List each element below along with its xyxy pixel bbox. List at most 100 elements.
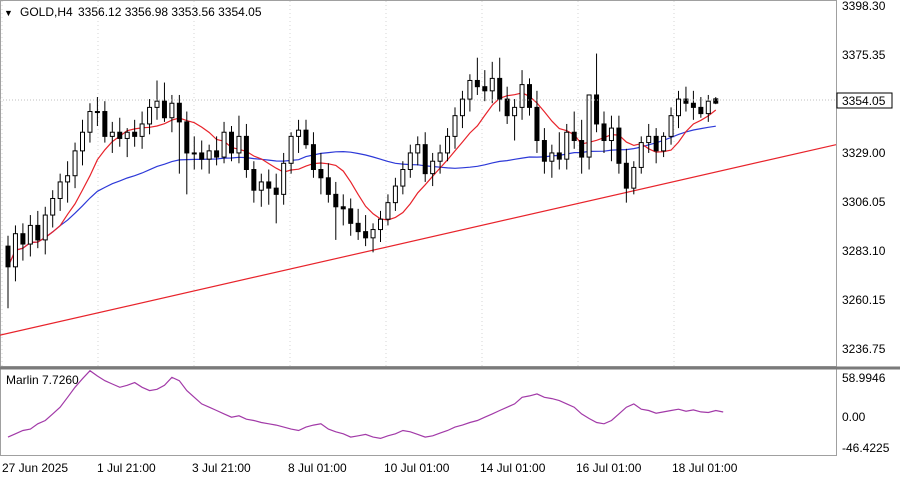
candle-body [191, 152, 197, 155]
time-label: 14 Jul 01:00 [480, 461, 546, 475]
current-price-tag: 3354.05 [842, 94, 886, 108]
candle-body [541, 140, 547, 162]
candle-body [512, 106, 518, 117]
time-label: 27 Jun 2025 [2, 461, 68, 475]
candle-body [273, 187, 279, 195]
candle-body [251, 169, 257, 191]
osc-axis-label: 58.9946 [842, 371, 886, 385]
candle-body [154, 100, 160, 108]
price-label: 3260.15 [842, 293, 886, 307]
candle-body [318, 169, 324, 179]
candle-body [229, 131, 234, 154]
candle-body [676, 98, 681, 117]
time-label: 18 Jul 01:00 [672, 461, 738, 475]
candle-body [370, 229, 376, 239]
candle-body [139, 123, 145, 137]
time-axis[interactable]: 27 Jun 2025 1 Jul 21:00 3 Jul 21:00 8 Ju… [2, 461, 738, 475]
candle-body [20, 233, 26, 245]
candle-body [57, 181, 63, 199]
candle-body [169, 102, 175, 119]
candle-body [534, 106, 540, 142]
candle-body [482, 86, 488, 92]
candle-body [199, 152, 205, 160]
indicator-label: Marlin 7.7260 [6, 373, 79, 387]
candle-body [489, 77, 495, 92]
symbol-timeframe: GOLD,H4 [20, 5, 73, 19]
candle-body [668, 115, 674, 137]
candle-body [87, 111, 93, 133]
candle-body [437, 152, 443, 162]
candle-body [430, 160, 436, 175]
time-label: 8 Jul 01:00 [288, 461, 347, 475]
candle-body [117, 131, 123, 139]
candle-body [608, 127, 614, 142]
candle-body [623, 162, 629, 189]
candle-body [35, 224, 41, 241]
time-label: 10 Jul 01:00 [384, 461, 450, 475]
ohlc-readout: 3356.12 3356.98 3353.56 3354.05 [78, 5, 262, 19]
candle-body [407, 152, 413, 171]
candle-body [631, 166, 637, 189]
price-label: 3283.10 [842, 244, 886, 258]
candle-body [452, 115, 458, 137]
candle-body [333, 193, 339, 208]
candle-body [340, 206, 346, 210]
candle-body [571, 131, 577, 142]
candle-body [616, 127, 622, 164]
candle-body [348, 208, 354, 224]
candle-body [504, 98, 510, 117]
candle-body [579, 140, 585, 158]
candle-body [497, 77, 503, 100]
osc-axis-label: 0.00 [842, 410, 866, 424]
candle-body [5, 245, 11, 268]
candle-body [601, 123, 607, 142]
candle-body [459, 98, 465, 117]
candle-body [392, 185, 398, 204]
price-axis[interactable]: 3398.30 3375.35 3352.40 3329.00 3306.05 … [842, 0, 886, 356]
candle-body [161, 100, 167, 119]
candle-body [236, 135, 242, 154]
candle-body [325, 177, 331, 195]
candle-body [94, 111, 100, 114]
candle-body [132, 131, 138, 137]
price-label: 3329.00 [842, 146, 886, 160]
candle-body [519, 84, 525, 108]
candle-body [124, 131, 130, 139]
price-label: 3236.75 [842, 342, 886, 356]
candle-body [385, 202, 391, 220]
candle-body [474, 79, 480, 88]
price-label: 3375.35 [842, 48, 886, 62]
candle-body [42, 214, 48, 241]
candle-body [586, 94, 592, 158]
candle-body [221, 131, 227, 158]
candle-body [303, 129, 309, 146]
candle-body [467, 79, 473, 100]
candle-body [102, 111, 108, 137]
candle-body [184, 121, 190, 154]
candle-body [422, 144, 428, 175]
price-chart[interactable]: ▼ GOLD,H4 3356.12 3356.98 3353.56 3354.0… [0, 0, 900, 479]
osc-axis-label: -46.4225 [842, 441, 890, 455]
candle-body [594, 94, 600, 125]
time-label: 1 Jul 21:00 [97, 461, 156, 475]
candle-body [80, 131, 85, 152]
time-label: 3 Jul 21:00 [192, 461, 251, 475]
collapse-triangle-icon[interactable]: ▼ [4, 8, 13, 18]
time-label: 16 Jul 01:00 [576, 461, 642, 475]
candle-body [27, 224, 33, 245]
candle-body [415, 144, 421, 154]
candle-body [310, 144, 316, 171]
candle-body [556, 152, 562, 160]
price-label: 3306.05 [842, 195, 886, 209]
candle-body [258, 181, 264, 191]
candle-body [214, 150, 220, 158]
candle-body [288, 135, 294, 164]
candle-body [638, 142, 644, 168]
candle-body [266, 181, 272, 189]
candle-body [50, 197, 56, 216]
candle-body [445, 135, 451, 154]
candle-body [705, 100, 711, 115]
candle-body [549, 152, 555, 162]
candle-body [147, 106, 153, 125]
candle-body [109, 131, 115, 137]
